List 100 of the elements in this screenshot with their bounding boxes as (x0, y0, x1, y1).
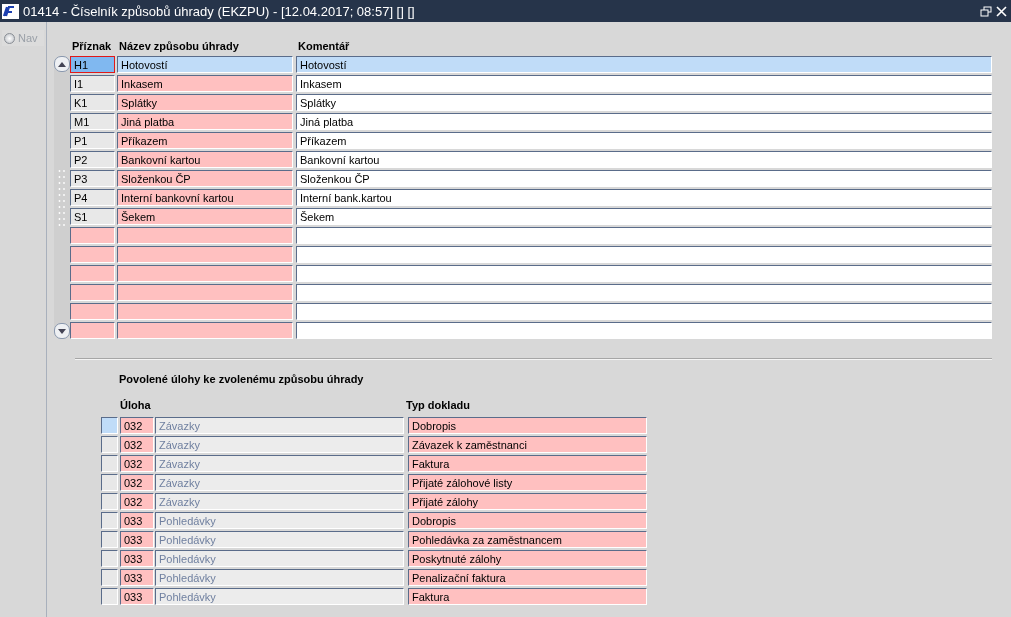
code-cell[interactable]: 032 (120, 417, 154, 434)
name-cell[interactable]: Závazky (155, 436, 404, 453)
scroll-bar[interactable] (54, 56, 70, 339)
name-cell[interactable] (117, 303, 293, 320)
comment-cell[interactable]: Šekem (296, 208, 992, 225)
row-selector[interactable] (101, 512, 118, 529)
code-cell[interactable]: 033 (120, 550, 154, 567)
code-cell[interactable] (70, 322, 115, 339)
document-type-cell[interactable]: Přijaté zálohy (408, 493, 647, 510)
document-type-cell[interactable]: Přijaté zálohové listy (408, 474, 647, 491)
row-selector[interactable] (101, 455, 118, 472)
comment-cell[interactable]: Příkazem (296, 132, 992, 149)
code-cell[interactable]: K1 (70, 94, 115, 111)
name-cell[interactable]: Hotovostí (117, 56, 293, 73)
comment-cell[interactable]: Jiná platba (296, 113, 992, 130)
row-selector[interactable] (101, 474, 118, 491)
name-cell[interactable]: Pohledávky (155, 550, 404, 567)
column-header: Příznak (71, 40, 113, 54)
code-cell[interactable] (70, 284, 115, 301)
document-type-cell[interactable]: Dobropis (408, 512, 647, 529)
name-cell[interactable]: Splátky (117, 94, 293, 111)
comment-cell[interactable]: Splátky (296, 94, 992, 111)
comment-cell[interactable]: Složenkou ČP (296, 170, 992, 187)
code-cell[interactable]: 032 (120, 493, 154, 510)
name-cell[interactable]: Interní bankovní kartou (117, 189, 293, 206)
comment-cell[interactable] (296, 246, 992, 263)
name-cell[interactable] (117, 265, 293, 282)
section-title: Povolené úlohy ke zvolenému způsobu úhrady (119, 373, 365, 385)
code-cell[interactable] (70, 303, 115, 320)
code-cell[interactable]: P2 (70, 151, 115, 168)
code-cell[interactable]: 032 (120, 474, 154, 491)
code-cell[interactable]: M1 (70, 113, 115, 130)
scroll-up-button[interactable] (54, 56, 70, 72)
name-cell[interactable] (117, 246, 293, 263)
name-cell[interactable]: Závazky (155, 417, 404, 434)
name-cell[interactable] (117, 284, 293, 301)
column-header: Název způsobu úhrady (118, 40, 240, 54)
code-cell[interactable]: P1 (70, 132, 115, 149)
name-cell[interactable]: Inkasem (117, 75, 293, 92)
close-icon[interactable] (996, 5, 1007, 17)
code-cell[interactable]: S1 (70, 208, 115, 225)
document-type-cell[interactable]: Faktura (408, 588, 647, 605)
code-cell[interactable]: I1 (70, 75, 115, 92)
code-cell[interactable]: 033 (120, 588, 154, 605)
code-cell[interactable]: P4 (70, 189, 115, 206)
code-cell[interactable]: H1 (70, 56, 115, 73)
column-header: Komentář (297, 40, 351, 54)
down-arrow-icon (58, 328, 66, 334)
grip-icon[interactable] (58, 167, 66, 228)
name-cell[interactable]: Příkazem (117, 132, 293, 149)
name-cell[interactable]: Složenkou ČP (117, 170, 293, 187)
name-cell[interactable]: Bankovní kartou (117, 151, 293, 168)
code-cell[interactable] (70, 265, 115, 282)
row-selector[interactable] (101, 417, 118, 434)
comment-cell[interactable] (296, 284, 992, 301)
code-cell[interactable]: P3 (70, 170, 115, 187)
document-type-cell[interactable]: Poskytnuté zálohy (408, 550, 647, 567)
row-selector[interactable] (101, 436, 118, 453)
document-type-cell[interactable]: Pohledávka za zaměstnancem (408, 531, 647, 548)
name-cell[interactable]: Závazky (155, 455, 404, 472)
comment-cell[interactable]: Hotovostí (296, 56, 992, 73)
scroll-down-button[interactable] (54, 323, 70, 339)
document-type-cell[interactable]: Faktura (408, 455, 647, 472)
row-selector[interactable] (101, 493, 118, 510)
name-cell[interactable]: Pohledávky (155, 588, 404, 605)
row-selector[interactable] (101, 531, 118, 548)
comment-cell[interactable]: Interní bank.kartou (296, 189, 992, 206)
code-cell[interactable] (70, 227, 115, 244)
document-type-cell[interactable]: Penalizační faktura (408, 569, 647, 586)
name-cell[interactable]: Závazky (155, 493, 404, 510)
row-selector[interactable] (101, 588, 118, 605)
column-header: Typ dokladu (405, 399, 471, 413)
name-cell[interactable]: Šekem (117, 208, 293, 225)
code-cell[interactable]: 032 (120, 455, 154, 472)
window-title: 01414 - Číselník způsobů úhrady (EKZPU) - [12.04.2017; 08:57] [] [] (23, 3, 416, 19)
name-cell[interactable]: Pohledávky (155, 531, 404, 548)
comment-cell[interactable]: Inkasem (296, 75, 992, 92)
comment-cell[interactable] (296, 265, 992, 282)
name-cell[interactable]: Jiná platba (117, 113, 293, 130)
name-cell[interactable] (117, 322, 293, 339)
row-selector[interactable] (101, 569, 118, 586)
column-header: Úloha (119, 399, 152, 413)
code-cell[interactable]: 032 (120, 436, 154, 453)
name-cell[interactable]: Závazky (155, 474, 404, 491)
up-arrow-icon (58, 61, 66, 67)
restore-icon[interactable] (980, 5, 992, 17)
comment-cell[interactable] (296, 303, 992, 320)
comment-cell[interactable] (296, 322, 992, 339)
document-type-cell[interactable]: Dobropis (408, 417, 647, 434)
name-cell[interactable]: Pohledávky (155, 569, 404, 586)
code-cell[interactable]: 033 (120, 569, 154, 586)
comment-cell[interactable] (296, 227, 992, 244)
row-selector[interactable] (101, 550, 118, 567)
name-cell[interactable] (117, 227, 293, 244)
code-cell[interactable]: 033 (120, 531, 154, 548)
document-type-cell[interactable]: Závazek k zaměstnanci (408, 436, 647, 453)
name-cell[interactable]: Pohledávky (155, 512, 404, 529)
comment-cell[interactable]: Bankovní kartou (296, 151, 992, 168)
code-cell[interactable]: 033 (120, 512, 154, 529)
code-cell[interactable] (70, 246, 115, 263)
